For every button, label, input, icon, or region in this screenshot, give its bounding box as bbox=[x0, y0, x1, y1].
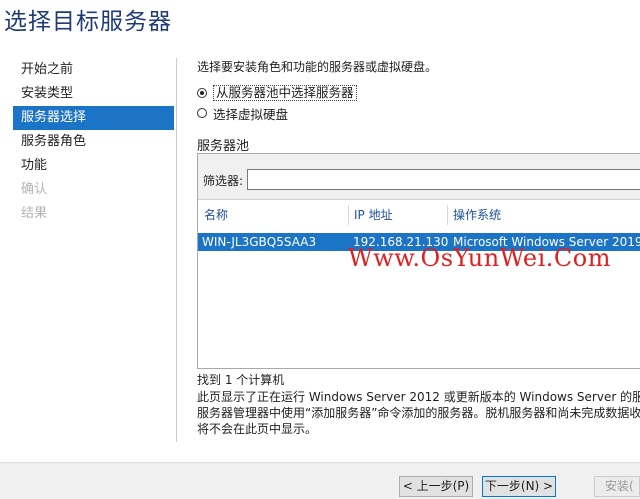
nav-item-server-roles[interactable]: 服务器角色 bbox=[13, 130, 174, 154]
footer-bar: < 上一步(P) 下一步(N) > 安装( bbox=[0, 462, 640, 499]
filter-input[interactable] bbox=[247, 169, 640, 190]
column-header-os[interactable]: 操作系统 bbox=[453, 205, 501, 227]
radio-button-checked[interactable] bbox=[197, 88, 207, 98]
filter-label: 筛选器: bbox=[203, 174, 244, 188]
filter-bar: 筛选器: bbox=[198, 154, 640, 200]
wizard-nav: 开始之前 安装类型 服务器选择 服务器角色 功能 确认 结果 bbox=[13, 58, 174, 226]
intro-text: 选择要安装角色和功能的服务器或虚拟硬盘。 bbox=[197, 60, 438, 74]
radio-server-pool-label: 从服务器池中选择服务器 bbox=[213, 85, 357, 101]
radio-virtual-disk-label: 选择虚拟硬盘 bbox=[213, 106, 289, 122]
column-header-name[interactable]: 名称 bbox=[204, 205, 228, 227]
page-title: 选择目标服务器 bbox=[4, 9, 172, 35]
nav-item-before-you-begin[interactable]: 开始之前 bbox=[13, 58, 174, 82]
column-header-ip[interactable]: IP 地址 bbox=[354, 205, 393, 227]
nav-item-features[interactable]: 功能 bbox=[13, 154, 174, 178]
description-line: 服务器管理器中使用“添加服务器”命令添加的服务器。脱机服务器和尚未完成数据收 bbox=[197, 406, 640, 420]
server-pool-label: 服务器池 bbox=[197, 139, 250, 154]
install-button: 安装( bbox=[594, 476, 640, 497]
previous-button[interactable]: < 上一步(P) bbox=[399, 476, 473, 497]
column-separator[interactable] bbox=[447, 205, 448, 225]
column-separator[interactable] bbox=[348, 205, 349, 225]
description-line: 将不会在此页中显示。 bbox=[197, 422, 318, 436]
nav-item-installation-type[interactable]: 安装类型 bbox=[13, 82, 174, 106]
nav-item-server-selection[interactable]: 服务器选择 bbox=[13, 106, 174, 130]
nav-item-results: 结果 bbox=[21, 206, 48, 221]
radio-virtual-disk[interactable]: 选择虚拟硬盘 bbox=[197, 104, 288, 122]
description-line: 此页显示了正在运行 Windows Server 2012 或更新版本的 Win… bbox=[197, 390, 640, 404]
nav-item-confirmation: 确认 bbox=[21, 182, 48, 197]
radio-server-pool[interactable]: 从服务器池中选择服务器 bbox=[197, 84, 357, 102]
nav-divider bbox=[176, 58, 177, 442]
description-text: 此页显示了正在运行 Windows Server 2012 或更新版本的 Win… bbox=[197, 389, 640, 437]
watermark: Www.OsYunWei.Com bbox=[348, 244, 611, 272]
cell-name: WIN-JL3GBQ5SAA3 bbox=[202, 235, 317, 249]
radio-button[interactable] bbox=[197, 108, 207, 118]
computer-count: 找到 1 个计算机 bbox=[197, 373, 285, 387]
next-button[interactable]: 下一步(N) > bbox=[482, 476, 556, 497]
